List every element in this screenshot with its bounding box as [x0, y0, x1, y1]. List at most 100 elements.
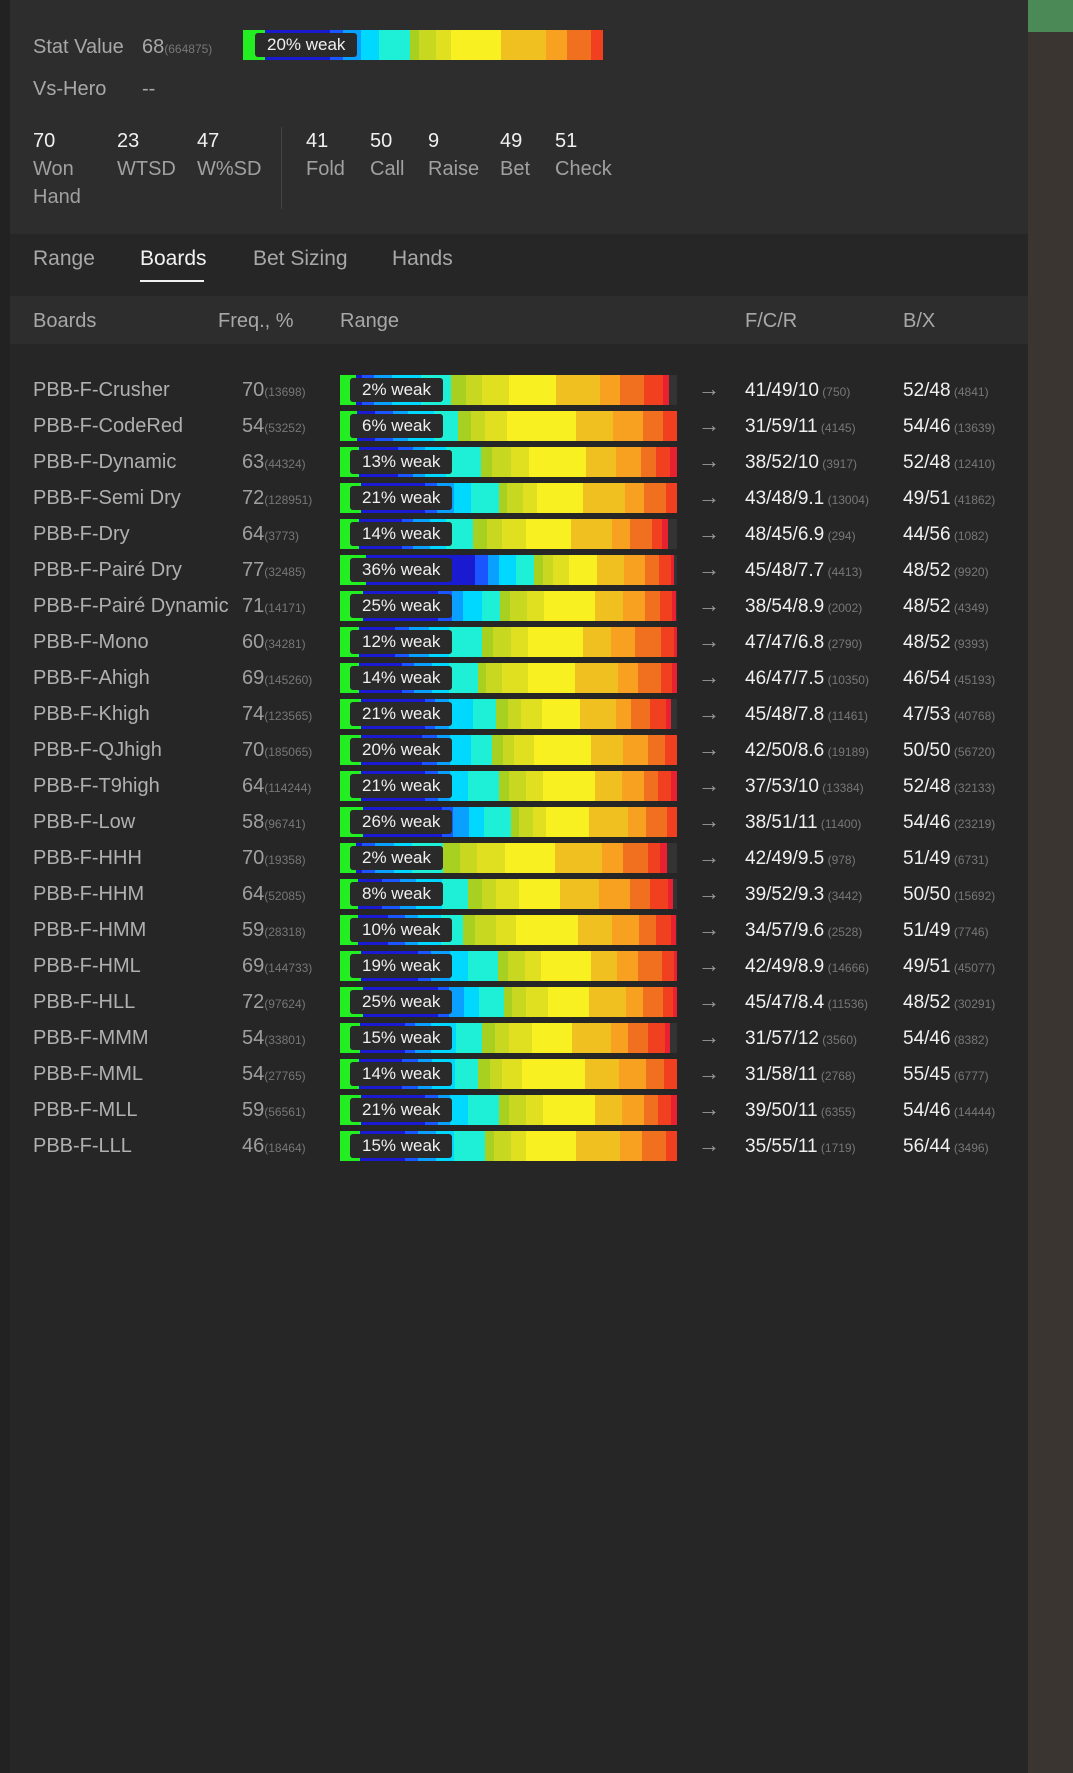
board-range-bar[interactable]: 2% weak — [340, 375, 677, 405]
arrow-right-icon[interactable]: → — [698, 772, 720, 798]
arrow-right-icon[interactable]: → — [698, 700, 720, 726]
board-name[interactable]: PBB-F-HML — [33, 955, 141, 978]
board-range-bar[interactable]: 21% weak — [340, 1095, 677, 1125]
fcr-value: 48/45/6.9 — [745, 524, 825, 545]
arrow-right-icon[interactable]: → — [698, 736, 720, 762]
fcr-value: 35/55/11 — [745, 1136, 818, 1157]
fcr-value: 31/59/11 — [745, 416, 818, 437]
board-range-bar[interactable]: 20% weak — [340, 735, 677, 765]
freq-value: 70 — [242, 739, 265, 761]
board-range-bar[interactable]: 6% weak — [340, 411, 677, 441]
arrow-right-icon[interactable]: → — [698, 556, 720, 582]
board-range-bar[interactable]: 19% weak — [340, 951, 677, 981]
weak-label: 14% weak — [350, 1062, 453, 1086]
tab-boards[interactable]: Boards — [140, 247, 207, 271]
tab-bet-sizing[interactable]: Bet Sizing — [253, 247, 348, 271]
board-range-bar[interactable]: 21% weak — [340, 483, 677, 513]
arrow-right-icon[interactable]: → — [698, 412, 720, 438]
arrow-right-icon[interactable]: → — [698, 448, 720, 474]
board-name[interactable]: PBB-F-Ahigh — [33, 667, 150, 690]
weak-label: 21% weak — [350, 774, 453, 798]
board-name[interactable]: PBB-F-Semi Dry — [33, 487, 181, 510]
board-name[interactable]: PBB-F-Dry — [33, 523, 130, 546]
board-range-bar[interactable]: 25% weak — [340, 591, 677, 621]
arrow-right-icon[interactable]: → — [698, 808, 720, 834]
board-name[interactable]: PBB-F-LLL — [33, 1135, 132, 1158]
freq-count: (3773) — [264, 529, 299, 543]
board-name[interactable]: PBB-F-Crusher — [33, 379, 170, 402]
freq-value: 54 — [242, 415, 265, 437]
board-freq: 58(96741) — [242, 811, 306, 834]
board-range-bar[interactable]: 14% weak — [340, 519, 677, 549]
bar-segment — [486, 663, 503, 693]
bar-segment — [670, 1095, 677, 1125]
board-range-bar[interactable]: 15% weak — [340, 1023, 677, 1053]
board-name[interactable]: PBB-F-MML — [33, 1063, 143, 1086]
bx-count: (9393) — [950, 637, 989, 651]
arrow-right-icon[interactable]: → — [698, 520, 720, 546]
tab-range[interactable]: Range — [33, 247, 95, 271]
board-range-bar[interactable]: 21% weak — [340, 771, 677, 801]
bar-segment — [555, 375, 601, 405]
arrow-right-icon[interactable]: → — [698, 1096, 720, 1122]
board-name[interactable]: PBB-F-CodeRed — [33, 415, 183, 438]
board-name[interactable]: PBB-F-T9high — [33, 775, 160, 798]
fcr-count: (6355) — [817, 1105, 856, 1119]
arrow-right-icon[interactable]: → — [698, 916, 720, 942]
tab-hands[interactable]: Hands — [392, 247, 453, 271]
arrow-right-icon[interactable]: → — [698, 1132, 720, 1158]
board-range-bar[interactable]: 21% weak — [340, 699, 677, 729]
board-range-bar[interactable]: 10% weak — [340, 915, 677, 945]
board-range-bar[interactable]: 13% weak — [340, 447, 677, 477]
header-boards[interactable]: Boards — [33, 310, 96, 333]
header-freq[interactable]: Freq., % — [218, 310, 294, 333]
board-name[interactable]: PBB-F-Dynamic — [33, 451, 176, 474]
board-name[interactable]: PBB-F-Pairé Dry — [33, 559, 182, 582]
arrow-right-icon[interactable]: → — [698, 664, 720, 690]
board-bx: 52/48 (4841) — [903, 380, 989, 402]
stat-range-bar[interactable]: 20% weak — [243, 30, 603, 60]
bar-segment — [534, 555, 544, 585]
board-name[interactable]: PBB-F-HHH — [33, 847, 142, 870]
bar-segment — [482, 627, 493, 657]
arrow-right-icon[interactable]: → — [698, 484, 720, 510]
board-range-bar[interactable]: 25% weak — [340, 987, 677, 1017]
board-range-bar[interactable]: 26% weak — [340, 807, 677, 837]
arrow-right-icon[interactable]: → — [698, 628, 720, 654]
board-name[interactable]: PBB-F-Khigh — [33, 703, 150, 726]
board-name[interactable]: PBB-F-Mono — [33, 631, 149, 654]
bar-segment — [623, 735, 649, 765]
board-fcr: 37/53/10 (13384) — [745, 776, 864, 798]
board-name[interactable]: PBB-F-HHM — [33, 883, 144, 906]
board-range-bar[interactable]: 36% weak — [340, 555, 677, 585]
board-name[interactable]: PBB-F-HMM — [33, 919, 146, 942]
board-name[interactable]: PBB-F-MMM — [33, 1027, 149, 1050]
board-range-bar[interactable]: 2% weak — [340, 843, 677, 873]
weak-label: 10% weak — [350, 918, 453, 942]
board-range-bar[interactable]: 12% weak — [340, 627, 677, 657]
header-range[interactable]: Range — [340, 310, 399, 333]
board-name[interactable]: PBB-F-Pairé Dynamic — [33, 595, 229, 618]
bar-segment — [449, 771, 469, 801]
board-name[interactable]: PBB-F-QJhigh — [33, 739, 162, 762]
arrow-right-icon[interactable]: → — [698, 1024, 720, 1050]
arrow-right-icon[interactable]: → — [698, 880, 720, 906]
board-name[interactable]: PBB-F-MLL — [33, 1099, 137, 1122]
arrow-right-icon[interactable]: → — [698, 376, 720, 402]
fcr-value: 38/54/8.9 — [745, 596, 825, 617]
board-range-bar[interactable]: 8% weak — [340, 879, 677, 909]
header-bx[interactable]: B/X — [903, 310, 935, 333]
header-fcr[interactable]: F/C/R — [745, 310, 797, 333]
board-name[interactable]: PBB-F-HLL — [33, 991, 135, 1014]
freq-value: 72 — [242, 991, 265, 1013]
bar-segment — [491, 447, 511, 477]
arrow-right-icon[interactable]: → — [698, 844, 720, 870]
board-range-bar[interactable]: 14% weak — [340, 1059, 677, 1089]
board-name[interactable]: PBB-F-Low — [33, 811, 135, 834]
arrow-right-icon[interactable]: → — [698, 988, 720, 1014]
board-range-bar[interactable]: 14% weak — [340, 663, 677, 693]
arrow-right-icon[interactable]: → — [698, 1060, 720, 1086]
arrow-right-icon[interactable]: → — [698, 952, 720, 978]
arrow-right-icon[interactable]: → — [698, 592, 720, 618]
board-range-bar[interactable]: 15% weak — [340, 1131, 677, 1161]
